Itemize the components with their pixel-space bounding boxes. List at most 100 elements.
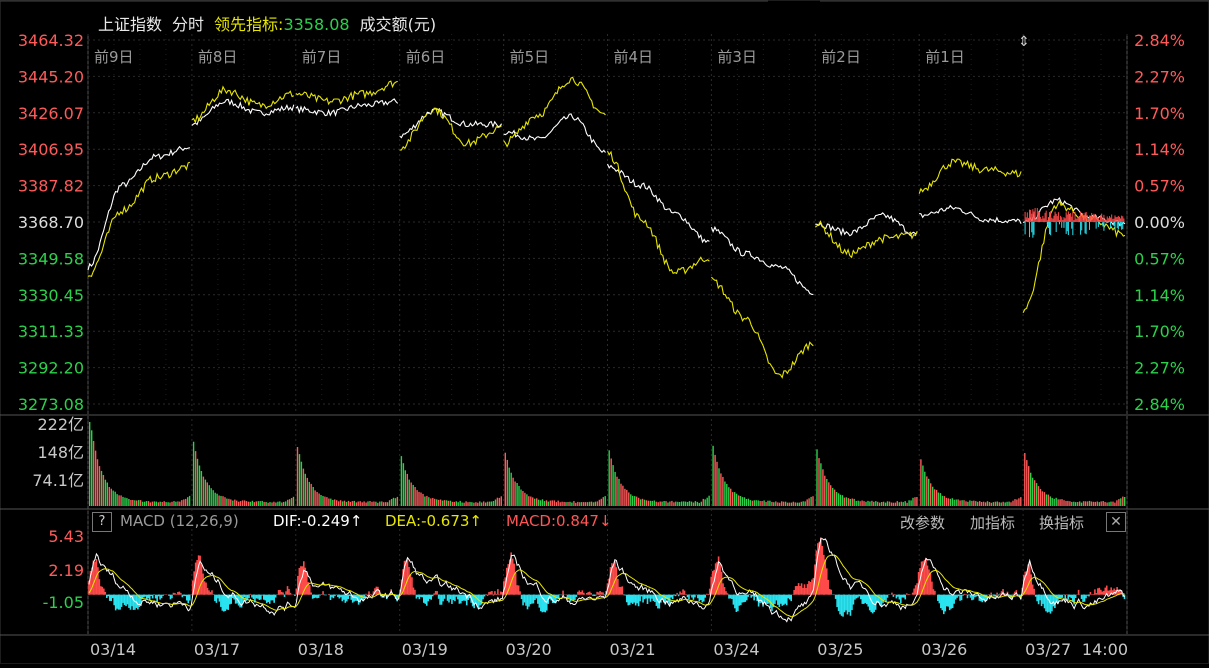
date-axis-label: 03/14 (90, 640, 136, 659)
volume-bar (910, 500, 912, 506)
volume-bar (339, 500, 342, 506)
volume-bar (369, 501, 371, 506)
volume-bar (792, 501, 795, 506)
volume-bar (935, 489, 938, 506)
volume-bar (1094, 501, 1096, 506)
volume-bar (882, 501, 885, 506)
volume-bar (704, 499, 706, 506)
volume-bar (318, 493, 320, 506)
percent-axis-label: 2.27% (1134, 359, 1185, 378)
volume-bar (980, 502, 983, 506)
volume-bar (230, 499, 232, 506)
volume-bar (1071, 501, 1073, 506)
index-name[interactable]: 上证指数 (98, 15, 162, 34)
index-price-line (919, 204, 1022, 224)
volume-bar (298, 454, 301, 506)
volume-bar (1049, 496, 1051, 506)
volume-bar (765, 502, 767, 506)
volume-bar (473, 502, 475, 506)
volume-bar (283, 501, 285, 506)
drag-handle-icon[interactable]: ⇕ (1018, 34, 1030, 50)
volume-bar (988, 502, 991, 506)
volume-bar (855, 501, 857, 506)
volume-bar (959, 500, 961, 506)
volume-bar (804, 501, 806, 506)
volume-bar (753, 500, 755, 506)
volume-bar (628, 492, 630, 506)
volume-bar (375, 501, 377, 506)
volume-bar (1077, 502, 1079, 506)
volume-bar (1008, 501, 1010, 506)
volume-bar (702, 498, 704, 506)
macd-axis-label: 2.19 (48, 561, 84, 580)
volume-bar (1098, 502, 1100, 506)
help-button[interactable]: ? (92, 512, 112, 532)
volume-bar (649, 500, 652, 506)
volume-bar (1006, 501, 1008, 506)
volume-bar (1031, 477, 1034, 506)
volume-bar (853, 498, 855, 506)
volume-bar (1110, 501, 1112, 506)
volume-bar (263, 501, 265, 506)
volume-bar (773, 502, 775, 506)
macd-indicator-name[interactable]: MACD (12,26,9) (120, 512, 239, 530)
volume-bar (933, 489, 936, 506)
volume-bar (879, 502, 881, 506)
volume-bar (894, 502, 897, 506)
volume-bar (420, 492, 422, 506)
volume-bar (630, 494, 632, 506)
volume-bar (153, 501, 156, 506)
volume-bar (898, 502, 900, 506)
switch-indicator-button[interactable]: 换指标 (1039, 512, 1084, 533)
volume-bar (373, 501, 375, 506)
volume-bar (1028, 466, 1030, 506)
intraday-chart-window: 3464.32 2.84% 3445.20 2.27% 3426.07 1.70% 3406… (0, 0, 1209, 664)
volume-bar (400, 456, 403, 506)
volume-bar (849, 499, 851, 506)
volume-bar (112, 490, 114, 506)
price-axis-label: 3426.07 (18, 104, 84, 123)
volume-bar (1096, 501, 1098, 506)
volume-bar (614, 471, 616, 506)
volume-bar (1112, 501, 1114, 506)
volume-bar (414, 487, 416, 506)
volume-bar (218, 495, 220, 506)
volume-bar (949, 498, 951, 506)
volume-bar (181, 500, 183, 506)
volume-bar (937, 492, 940, 506)
chart-canvas[interactable]: 3464.32 2.84% 3445.20 2.27% 3426.07 1.70% 3406… (0, 0, 1209, 664)
volume-bar (696, 501, 699, 506)
volume-bar (157, 502, 159, 506)
volume-bar (1035, 483, 1038, 506)
volume-bar (832, 487, 834, 506)
volume-bar (528, 496, 530, 506)
volume-bar (210, 488, 212, 506)
volume-bar (684, 501, 687, 506)
volume-bar (116, 494, 118, 506)
volume-bar (896, 501, 898, 506)
change-params-button[interactable]: 改参数 (900, 512, 945, 533)
volume-bar (222, 496, 224, 506)
volume-bar (620, 483, 622, 506)
mode-label[interactable]: 分时 (172, 15, 204, 34)
volume-bar (188, 495, 191, 506)
volume-bar (1012, 500, 1014, 506)
volume-bar (998, 502, 1000, 506)
percent-axis-label: 0.00% (1134, 213, 1185, 232)
percent-axis-label: 1.14% (1134, 140, 1185, 159)
volume-bar (1037, 486, 1040, 506)
volume-bar (957, 499, 959, 506)
volume-bar (1041, 491, 1044, 506)
volume-bar (655, 501, 657, 506)
volume-bar (741, 497, 744, 506)
volume-bar (610, 458, 612, 506)
volume-bar (477, 502, 479, 506)
volume-bar (1124, 497, 1126, 506)
volume-bar (559, 502, 561, 506)
add-indicator-button[interactable]: 加指标 (970, 512, 1015, 533)
volume-bar (475, 502, 477, 506)
macd-dea-value: DEA:-0.673↑ (385, 512, 483, 530)
volume-bar (296, 447, 299, 506)
close-icon[interactable]: ✕ (1106, 512, 1126, 532)
volume-bar (271, 502, 273, 506)
